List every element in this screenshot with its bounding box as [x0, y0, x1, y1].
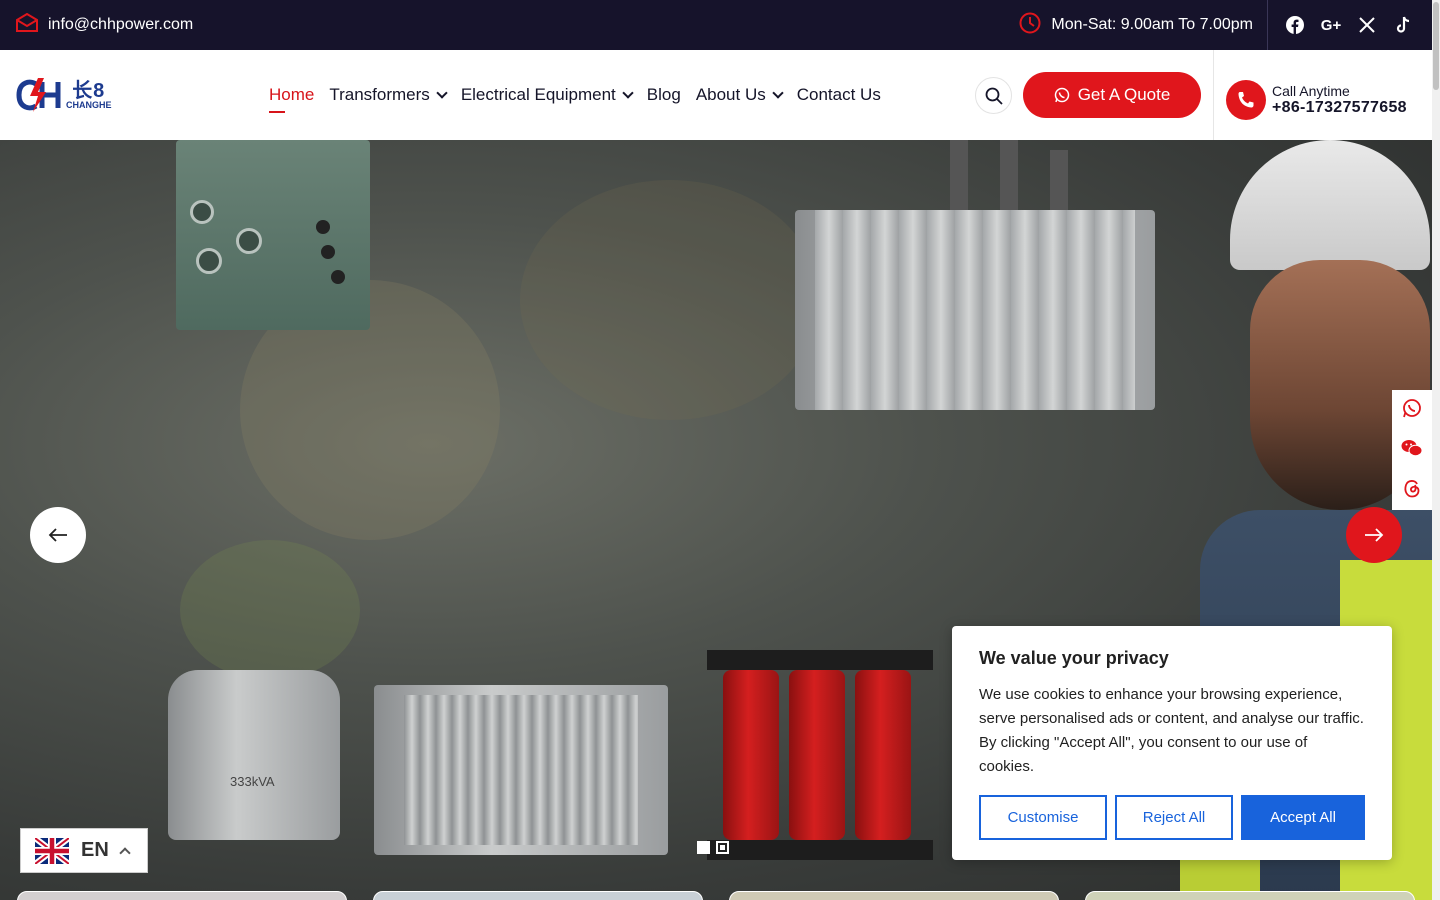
slider-pagination: [697, 841, 729, 854]
logo-chinese-text: 长8: [72, 79, 106, 102]
header-divider: [1213, 50, 1214, 140]
search-icon: [985, 87, 1003, 105]
slider-dot-1[interactable]: [697, 841, 710, 854]
nav-about-us-label: About Us: [695, 85, 766, 104]
arrow-right-icon: [1365, 528, 1384, 542]
arrow-left-icon: [48, 528, 67, 542]
main-header: 长8 CHANGHE Home Transformers Electrical …: [0, 50, 1432, 140]
nav-contact-us-label: Contact Us: [796, 85, 881, 104]
whatsapp-icon: [1054, 87, 1069, 103]
service-card[interactable]: [729, 891, 1059, 900]
nav-electrical-equipment-label: Electrical Equipment: [460, 85, 616, 104]
whatsapp-icon[interactable]: [1402, 398, 1422, 423]
nav-home-label: Home: [269, 85, 315, 104]
google-plus-icon[interactable]: G+: [1321, 16, 1341, 34]
reject-all-button[interactable]: Reject All: [1115, 795, 1233, 840]
main-nav: Home Transformers Electrical Equipment B…: [269, 50, 881, 140]
logo[interactable]: 长8 CHANGHE: [16, 76, 112, 114]
top-bar: info@chhpower.com Mon-Sat: 9.00am To 7.0…: [0, 0, 1432, 50]
slider-next-button[interactable]: [1346, 507, 1402, 563]
search-button[interactable]: [975, 77, 1012, 114]
slider-prev-button[interactable]: [30, 507, 86, 563]
email-contact[interactable]: info@chhpower.com: [0, 12, 193, 38]
pole-mounted-transformer-image: 333kVA: [168, 670, 340, 840]
get-a-quote-button[interactable]: Get A Quote: [1023, 72, 1201, 118]
oil-immersed-transformer-image: [374, 685, 668, 855]
service-card[interactable]: [373, 891, 703, 900]
nav-home[interactable]: Home: [269, 85, 315, 113]
uk-flag-icon: [35, 837, 69, 864]
chevron-down-icon: [436, 87, 448, 99]
chevron-down-icon: [622, 87, 634, 99]
business-hours: Mon-Sat: 9.00am To 7.00pm: [1019, 12, 1267, 39]
changhe-logo-mark: [16, 78, 61, 112]
envelope-icon: [16, 12, 38, 38]
nav-electrical-equipment[interactable]: Electrical Equipment: [460, 85, 634, 105]
nav-transformers-label: Transformers: [329, 85, 430, 104]
social-links: G+: [1268, 16, 1432, 34]
transformer-bushings: [940, 140, 1080, 215]
phone-icon: [1226, 80, 1266, 120]
get-a-quote-label: Get A Quote: [1077, 85, 1171, 104]
hours-text: Mon-Sat: 9.00am To 7.00pm: [1051, 16, 1253, 33]
clock-icon: [1019, 12, 1041, 39]
service-card[interactable]: [1085, 891, 1415, 900]
service-cards-row: [0, 891, 1432, 900]
phone-number[interactable]: +86-17327577658: [1272, 99, 1407, 117]
background-blur: [520, 180, 820, 420]
language-code: EN: [81, 839, 109, 861]
cookie-description: We use cookies to enhance your browsing …: [979, 686, 1364, 775]
nav-contact-us[interactable]: Contact Us: [797, 85, 881, 105]
chevron-up-icon: [119, 846, 131, 859]
call-anytime-label: Call Anytime: [1272, 83, 1350, 99]
page-scrollbar[interactable]: [1432, 0, 1440, 900]
nav-blog[interactable]: Blog: [647, 85, 681, 105]
email-text[interactable]: info@chhpower.com: [48, 16, 193, 34]
chevron-down-icon: [772, 87, 784, 99]
tiktok-icon[interactable]: [1394, 16, 1412, 34]
nav-about-us[interactable]: About Us: [695, 85, 784, 105]
scrollbar-thumb[interactable]: [1433, 2, 1439, 90]
x-icon[interactable]: [1358, 16, 1376, 34]
power-transformer-image: [795, 210, 1155, 410]
threads-icon[interactable]: [1403, 478, 1421, 503]
service-card[interactable]: [17, 891, 347, 900]
customise-button[interactable]: Customise: [979, 795, 1107, 840]
logo-brand-text: CHANGHE: [66, 99, 112, 110]
wechat-icon[interactable]: [1401, 438, 1423, 463]
dry-type-transformer-image: [707, 650, 933, 860]
accept-all-button[interactable]: Accept All: [1241, 795, 1365, 840]
pad-mounted-transformer-image: [176, 140, 370, 330]
cookie-consent-banner: We value your privacy We use cookies to …: [952, 626, 1392, 860]
nav-blog-label: Blog: [646, 85, 681, 104]
facebook-icon[interactable]: [1286, 16, 1304, 34]
background-blur: [180, 540, 360, 680]
nav-transformers[interactable]: Transformers: [329, 85, 448, 105]
language-switcher[interactable]: EN: [20, 828, 148, 873]
floating-contact-bar: [1392, 390, 1432, 510]
transformer-rating-label: 333kVA: [230, 774, 275, 789]
slider-dot-2[interactable]: [716, 841, 729, 854]
call-anytime[interactable]: Call Anytime +86-17327577658: [1226, 80, 1407, 120]
cookie-title: We value your privacy: [979, 648, 1169, 668]
